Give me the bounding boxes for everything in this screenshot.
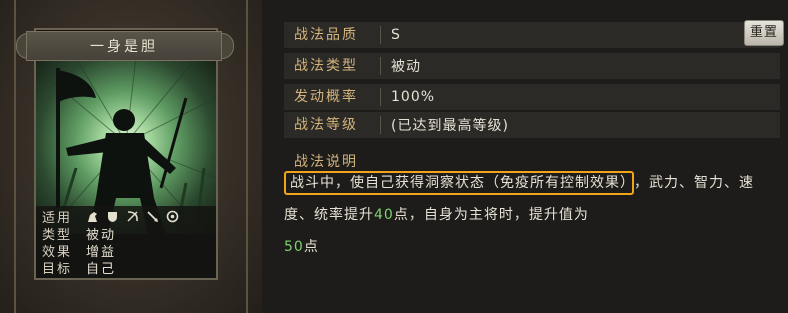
skill-name-title: 一身是胆: [26, 31, 222, 61]
info-row-target: 目标 自己: [42, 259, 117, 277]
skill-card-info: 适用 类型 被动 效果 增益 目标 自己: [36, 206, 216, 278]
description-number-2: 50: [284, 239, 304, 255]
troop-type-icons: [86, 210, 179, 223]
row-type: 战法类型 被动: [284, 53, 780, 79]
info-key: 目标: [42, 262, 73, 277]
skill-description: 战斗中，使自己获得洞察状态（免疫所有控制效果） ，武力、智力、速度、统率提升40点…: [284, 167, 780, 263]
info-row-applicable: 适用: [42, 208, 179, 226]
level-label: 战法等级: [284, 116, 381, 134]
info-value: 自己: [86, 262, 117, 277]
description-text-2: 点，自身为主将时，提升值为: [393, 207, 589, 223]
quality-value: S: [391, 27, 401, 43]
chance-value: 100%: [391, 89, 436, 105]
info-row-type: 类型 被动: [42, 225, 116, 243]
type-value: 被动: [391, 59, 421, 75]
description-number-1: 40: [374, 207, 394, 223]
cavalry-icon: [86, 210, 99, 223]
row-chance: 发动概率 100%: [284, 84, 780, 110]
chance-label: 发动概率: [284, 88, 381, 106]
info-row-effect: 效果 增益: [42, 242, 116, 260]
row-level: 战法等级 (已达到最高等级): [284, 112, 780, 138]
gear-icon: [166, 210, 179, 223]
skill-details-panel: 战法品质 S 重置 战法类型 被动 发动概率 100% 战法等级 (已达到最高等…: [262, 0, 788, 313]
description-text-3: 点: [303, 239, 319, 255]
skill-card: 适用 类型 被动 效果 增益 目标 自己: [34, 28, 218, 280]
level-value: (已达到最高等级): [391, 118, 509, 134]
row-quality: 战法品质 S: [284, 22, 780, 48]
bow-icon: [126, 210, 139, 223]
reset-button[interactable]: 重置: [744, 20, 784, 46]
quality-label: 战法品质: [284, 26, 381, 44]
type-label: 战法类型: [284, 57, 381, 75]
shield-icon: [106, 210, 119, 223]
spear-icon: [146, 210, 159, 223]
description-highlight: 战斗中，使自己获得洞察状态（免疫所有控制效果）: [284, 171, 634, 195]
skill-scroll-panel: 适用 类型 被动 效果 增益 目标 自己 一身是胆: [0, 0, 264, 313]
